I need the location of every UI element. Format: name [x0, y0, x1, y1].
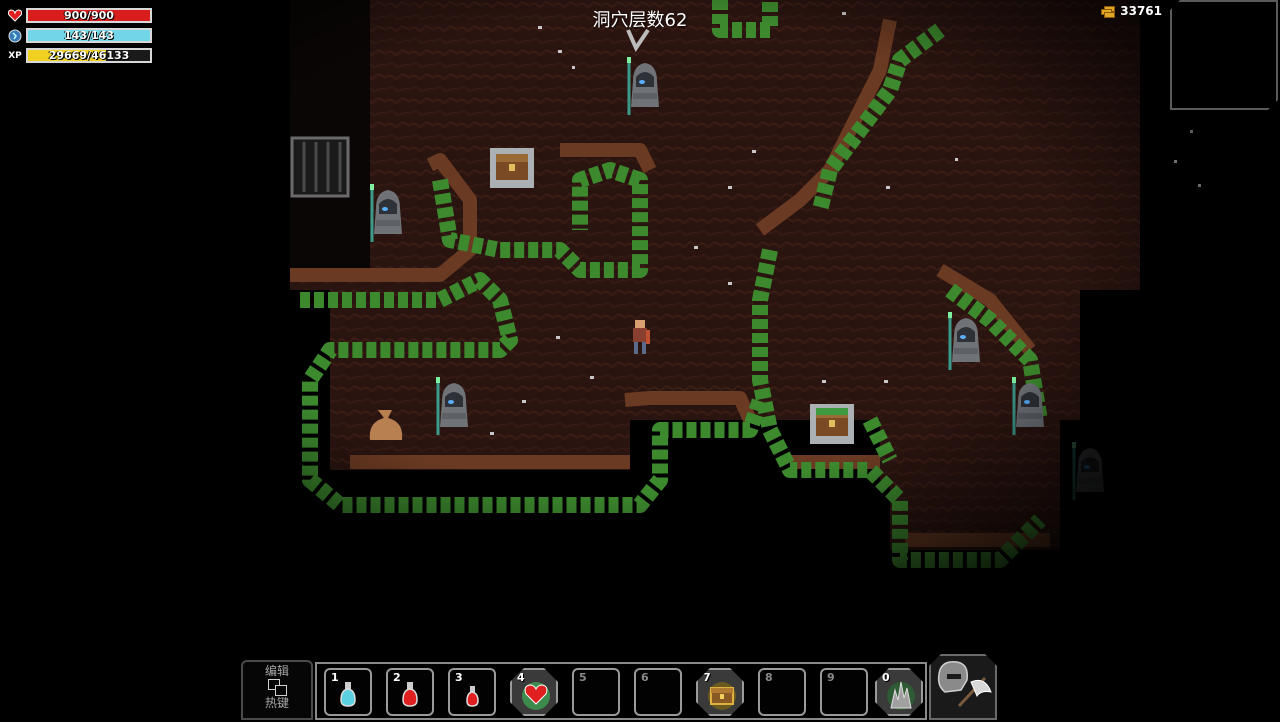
hp-text: 900/900 — [64, 9, 114, 22]
game-map[interactable] — [0, 0, 1280, 720]
weapon-slot[interactable] — [929, 654, 997, 720]
slot-number: 9 — [827, 671, 835, 684]
hotbar-slot-7[interactable]: 7 — [696, 668, 744, 716]
slot-number: 1 — [331, 671, 339, 684]
xp-text: 29669/46133 — [48, 49, 130, 62]
edit-hotkeys-label-top: 编辑 — [264, 664, 289, 678]
mana-orb-icon — [6, 27, 24, 44]
hotbar-slot-3[interactable]: 3 — [448, 668, 496, 716]
slot-number: 4 — [517, 671, 525, 684]
minimap[interactable] — [1170, 0, 1278, 110]
edit-hotkeys-label-bottom: 热键 — [264, 696, 289, 710]
hotbar-slot-0[interactable]: 0 — [875, 668, 923, 716]
hotbar-slot-4[interactable]: 4 — [510, 668, 558, 716]
gold-amount: 33761 — [1120, 4, 1162, 18]
xp-row: XP 29669/46133 — [6, 46, 152, 65]
mp-bar: 143/143 — [26, 28, 152, 43]
slot-number: 0 — [882, 671, 890, 684]
hotbar-slot-1[interactable]: 1 — [324, 668, 372, 716]
hotbar-slot-8[interactable]: 8 — [758, 668, 806, 716]
hp-bar: 900/900 — [26, 8, 152, 23]
xp-icon: XP — [8, 50, 22, 61]
hp-row: 900/900 — [6, 6, 152, 25]
mp-row: 143/143 — [6, 26, 152, 45]
gold-coins-icon — [1101, 5, 1116, 18]
axe-helmet-icon — [937, 661, 992, 708]
status-bars: 900/900 143/143 XP 29669/46133 — [6, 6, 152, 66]
slot-number: 5 — [579, 671, 587, 684]
hotbar: 1 2 3 4 5 6 7 8 9 0 — [315, 662, 927, 720]
xp-bar: 29669/46133 — [26, 48, 152, 63]
slot-number: 3 — [455, 671, 463, 684]
hotbar-slot-5[interactable]: 5 — [572, 668, 620, 716]
floor-title: 洞穴层数62 — [592, 10, 688, 31]
slot-number: 2 — [393, 671, 401, 684]
slot-number: 7 — [703, 671, 711, 684]
hotbar-slot-6[interactable]: 6 — [634, 668, 682, 716]
slot-number: 6 — [641, 671, 649, 684]
hotbar-slot-9[interactable]: 9 — [820, 668, 868, 716]
edit-hotkeys-button[interactable]: 编辑 热键 — [241, 660, 313, 720]
mp-text: 143/143 — [64, 29, 114, 42]
swap-icon — [266, 679, 288, 696]
heart-icon — [6, 7, 24, 24]
slot-number: 8 — [765, 671, 773, 684]
hotbar-slot-2[interactable]: 2 — [386, 668, 434, 716]
gold-counter: 33761 — [1101, 4, 1162, 18]
